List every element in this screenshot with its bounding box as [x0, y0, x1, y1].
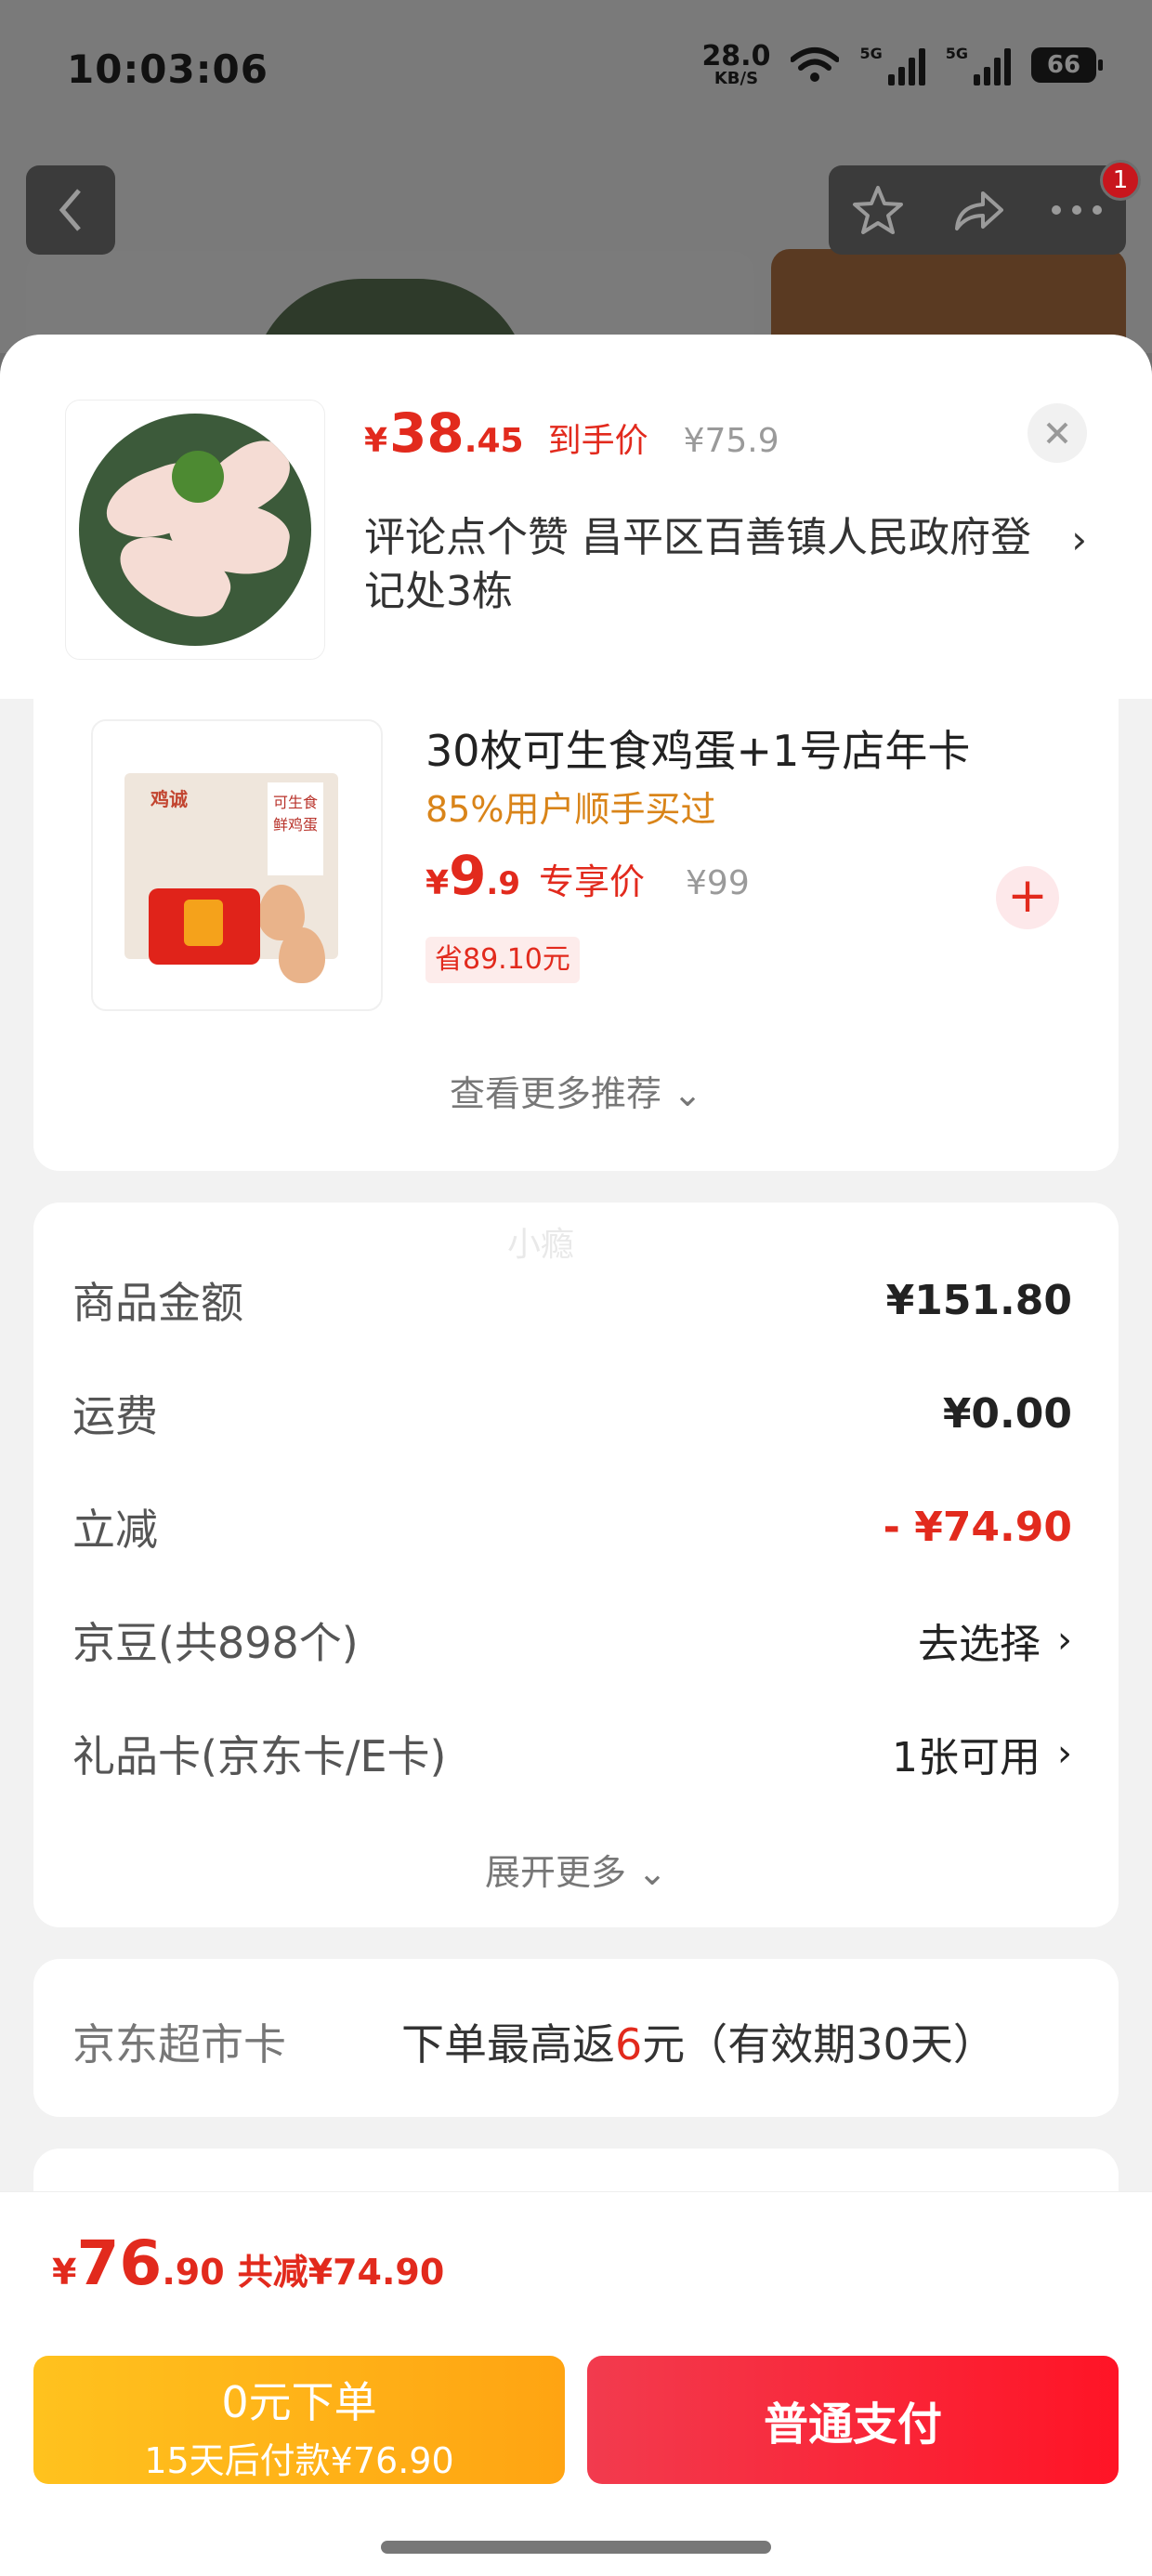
- recommendation-card: 鸡诚 可生食鲜鸡蛋 30枚可生食鸡蛋+1号店年卡 85%用户顺手买过 ¥ 9 .…: [33, 699, 1119, 1171]
- row-gift-card[interactable]: 礼品卡(京东卡/E卡) 1张可用 ›: [72, 1721, 1072, 1786]
- add-to-order-button[interactable]: +: [996, 866, 1059, 929]
- price-tag: 到手价: [547, 422, 648, 460]
- row-discount: 立减 - ¥74.90: [72, 1494, 1072, 1559]
- network-speed: 28.0 KB/S: [701, 43, 770, 87]
- close-icon: [1046, 422, 1068, 444]
- order-totals-card: 小瘾 商品金额 ¥151.80 运费 ¥0.00 立减 - ¥74.90 京豆(…: [33, 1203, 1119, 1927]
- status-bar: 10:03:06 28.0 KB/S 5G 5G 66: [0, 0, 1152, 139]
- jd-card-desc-post: 元（有效期30天）: [642, 2019, 996, 2070]
- discount-value: - ¥74.90: [883, 1503, 1072, 1551]
- savings-badge: 省89.10元: [425, 937, 580, 983]
- egg-brand: 鸡诚: [151, 788, 188, 810]
- row-jd-beans[interactable]: 京豆(共898个) 去选择 ›: [72, 1608, 1072, 1673]
- row-goods-amount: 商品金额 ¥151.80: [72, 1268, 1072, 1333]
- share-icon[interactable]: [949, 182, 1005, 238]
- pay-button[interactable]: 普通支付: [587, 2356, 1119, 2484]
- chevron-right-icon: ›: [1057, 1732, 1072, 1775]
- signal-2-network: 5G: [945, 45, 968, 62]
- recommendation-price: ¥ 9 .9 专享价 ¥99: [425, 844, 750, 907]
- more-recommendations-link[interactable]: 查看更多推荐 ⌄: [33, 1065, 1119, 1116]
- jd-card-desc: 下单最高返6元（有效期30天）: [401, 2011, 996, 2072]
- delivery-address[interactable]: 评论点个赞 昌平区百善镇人民政府登记处3栋: [364, 511, 1052, 619]
- status-time: 10:03:06: [67, 46, 268, 92]
- network-speed-value: 28.0: [701, 40, 771, 72]
- close-button[interactable]: [1028, 403, 1087, 463]
- pay-later-subtitle: 15天后付款¥76.90: [144, 2440, 454, 2481]
- pay-later-button[interactable]: 0元下单 15天后付款¥76.90: [33, 2356, 565, 2484]
- goods-amount-label: 商品金额: [72, 1278, 243, 1328]
- goods-amount-value: ¥151.80: [885, 1276, 1072, 1324]
- jd-card-desc-pre: 下单最高返: [401, 2019, 615, 2070]
- header-price: ¥ 38 .45 到手价 ¥75.9: [364, 401, 779, 465]
- jd-beans-label: 京豆(共898个): [72, 1618, 359, 1668]
- total-saved: 共减¥74.90: [237, 2252, 445, 2293]
- price-currency: ¥: [364, 422, 388, 460]
- total-currency: ¥: [52, 2252, 77, 2293]
- status-icons: 28.0 KB/S 5G 5G 66: [701, 43, 1103, 87]
- signal-2-icon: 5G: [946, 45, 1011, 85]
- product-thumbnail: [65, 400, 325, 660]
- sheet-header: ¥ 38 .45 到手价 ¥75.9 评论点个赞 昌平区百善镇人民政府登记处3栋…: [0, 335, 1152, 699]
- nav-actions: [829, 165, 1126, 255]
- rec-price-tag: 专享价: [539, 861, 646, 902]
- wifi-icon: [791, 47, 840, 82]
- shipping-value: ¥0.00: [942, 1389, 1072, 1438]
- signal-1-icon: 5G: [859, 45, 925, 85]
- battery-icon: 66: [1031, 47, 1103, 83]
- plus-icon: +: [1007, 868, 1048, 924]
- discount-label: 立减: [72, 1505, 158, 1555]
- price-decimal: .45: [464, 422, 524, 460]
- back-button[interactable]: [26, 165, 115, 255]
- recommendation-thumbnail[interactable]: 鸡诚 可生食鲜鸡蛋: [91, 719, 383, 1011]
- gift-card-label: 礼品卡(京东卡/E卡): [72, 1731, 447, 1781]
- recommendation-title[interactable]: 30枚可生食鸡蛋+1号店年卡: [425, 717, 970, 779]
- shipping-label: 运费: [72, 1391, 158, 1441]
- total-decimal: .90: [162, 2252, 225, 2293]
- rec-price-decimal: .9: [486, 865, 520, 902]
- chevron-right-icon[interactable]: ›: [1071, 517, 1087, 562]
- store-card-image: [149, 888, 260, 965]
- rec-price-integer: 9: [449, 844, 487, 907]
- watermark: 小瘾: [507, 1226, 575, 1264]
- rec-price-currency: ¥: [425, 864, 450, 902]
- checkout-sheet: ¥ 38 .45 到手价 ¥75.9 评论点个赞 昌平区百善镇人民政府登记处3栋…: [0, 335, 1152, 2576]
- signal-1-network: 5G: [859, 45, 883, 62]
- row-shipping: 运费 ¥0.00: [72, 1381, 1072, 1446]
- recommendation-subtitle: 85%用户顺手买过: [425, 789, 716, 830]
- original-price: ¥75.9: [683, 422, 779, 460]
- chicken-wings-image: [79, 414, 311, 646]
- more-icon[interactable]: [1049, 201, 1105, 219]
- checkout-footer: ¥ 76 .90 共减¥74.90 0元下单 15天后付款¥76.90 普通支付: [0, 2191, 1152, 2576]
- message-badge: 1: [1100, 160, 1141, 201]
- jd-beans-value: 去选择: [918, 1621, 1041, 1668]
- price-integer: 38: [389, 401, 465, 465]
- star-icon[interactable]: [850, 182, 906, 238]
- chevron-left-icon: [59, 189, 81, 231]
- gift-card-value: 1张可用: [892, 1734, 1041, 1781]
- chevron-right-icon: ›: [1057, 1619, 1072, 1662]
- jd-card-amount: 6: [615, 2019, 643, 2070]
- footer-total: ¥ 76 .90 共减¥74.90: [52, 2228, 444, 2299]
- network-speed-unit: KB/S: [713, 69, 759, 88]
- expand-more-link[interactable]: 展开更多 ⌄: [33, 1844, 1119, 1895]
- total-integer: 76: [76, 2228, 163, 2299]
- jd-supermarket-card-row[interactable]: 京东超市卡 下单最高返6元（有效期30天）: [33, 1959, 1119, 2117]
- home-indicator[interactable]: [381, 2541, 771, 2554]
- jd-card-label: 京东超市卡: [72, 2019, 286, 2070]
- egg-box-side-label: 可生食鲜鸡蛋: [268, 782, 323, 875]
- rec-original-price: ¥99: [686, 864, 750, 902]
- pay-later-title: 0元下单: [221, 2377, 377, 2427]
